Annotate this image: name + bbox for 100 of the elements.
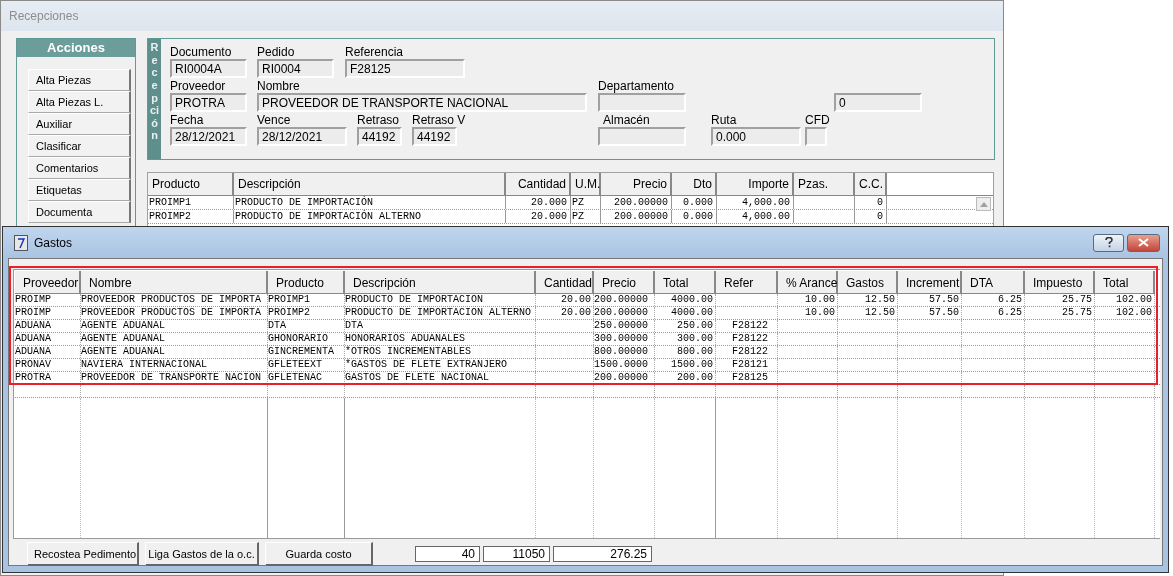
table-cell: ADUANA [15, 346, 81, 358]
input-field[interactable]: 44192 [412, 127, 457, 146]
input-field[interactable]: PROTRA [170, 93, 247, 112]
table-cell: AGENTE ADUANAL [81, 320, 268, 332]
column-header[interactable]: Impuesto [1025, 271, 1095, 294]
table-cell: 4,000.00 [717, 210, 794, 223]
table-cell: 250.00000 [594, 320, 655, 332]
table-cell: F28122 [716, 346, 778, 358]
field-label: CFD [805, 113, 827, 127]
action-button[interactable]: Alta Piezas L. [28, 91, 131, 113]
table-cell: HONORARIOS ADUANALES [345, 333, 536, 345]
field-label: Ruta [711, 113, 738, 127]
input-field[interactable] [805, 127, 827, 146]
table-cell: 12.50 [838, 307, 898, 319]
table-cell: 6.25 [962, 294, 1025, 306]
table-cell: 200.00000 [601, 210, 672, 223]
column-header[interactable]: DTA [962, 271, 1025, 294]
table-cell: PRODUCTO DE IMPORTACIÓN ALTERNO [345, 307, 536, 319]
table-cell: PROIMP [15, 307, 81, 319]
table-cell: 12.50 [838, 294, 898, 306]
column-header[interactable]: Precio [601, 173, 672, 195]
column-header[interactable]: Gastos [838, 271, 898, 294]
table-cell: 4,000.00 [717, 196, 794, 209]
column-header[interactable]: Proveedor [15, 271, 81, 294]
field-label: Departamento [598, 79, 676, 93]
column-header[interactable]: Pzas. [794, 173, 855, 195]
table-cell: AGENTE ADUANAL [81, 333, 268, 345]
column-header[interactable]: Descripción [234, 173, 506, 195]
action-button[interactable]: Liga Gastos de la o.c. [145, 542, 259, 566]
input-field[interactable]: 28/12/2021 [170, 127, 247, 146]
column-header[interactable]: Descripción [345, 271, 536, 294]
input-field[interactable] [598, 127, 686, 146]
column-header[interactable]: Total [655, 271, 716, 294]
action-button[interactable]: Recostea Pedimento [27, 542, 139, 566]
column-header[interactable]: Producto [268, 271, 345, 294]
table-cell: 10.00 [778, 294, 838, 306]
column-header[interactable]: Increment [898, 271, 962, 294]
action-button[interactable]: Guarda costo [265, 542, 373, 566]
table-cell: PRONAV [15, 359, 81, 371]
field-label: Retraso V [412, 113, 467, 127]
action-button[interactable]: Alta Piezas [28, 69, 131, 91]
column-header[interactable]: Precio [594, 271, 655, 294]
input-field[interactable]: F28125 [345, 59, 465, 78]
table-cell: 1500.0000 [594, 359, 655, 371]
table-cell: PROIMP2 [268, 307, 345, 319]
column-header[interactable]: Dto [672, 173, 717, 195]
table-cell: 800.00000 [594, 346, 655, 358]
app-icon [14, 234, 28, 251]
table-cell: PRODUCTO DE IMPORTACIÓN ALTERNO [234, 210, 506, 223]
action-button[interactable]: Comentarios [28, 157, 131, 179]
column-header[interactable]: % Arance [778, 271, 838, 294]
table-cell: 1500.00 [655, 359, 716, 371]
input-field[interactable]: PROVEEDOR DE TRANSPORTE NACIONAL [257, 93, 587, 112]
total-field: 276.25 [553, 546, 652, 562]
scroll-up-icon[interactable] [976, 197, 991, 211]
column-header[interactable]: C.C. [855, 173, 887, 195]
table-cell: ADUANA [15, 320, 81, 332]
table-cell: 20.000 [506, 210, 571, 223]
table-cell: 300.00000 [594, 333, 655, 345]
column-header[interactable]: Cantidad [506, 173, 571, 195]
field-label: Fecha [170, 113, 205, 127]
input-field[interactable]: RI0004 [257, 59, 334, 78]
column-header[interactable]: Nombre [81, 271, 268, 294]
table-cell: 20.00 [536, 294, 594, 306]
column-header[interactable]: Producto [148, 173, 234, 195]
input-field[interactable] [598, 93, 686, 112]
action-button[interactable]: Etiquetas [28, 179, 131, 201]
close-icon [1138, 238, 1149, 247]
column-header[interactable]: U.M. [571, 173, 601, 195]
input-field[interactable]: 0 [834, 93, 922, 112]
input-field[interactable]: 0.000 [711, 127, 801, 146]
table-cell: 20.00 [536, 307, 594, 319]
table-cell: 102.00 [1095, 294, 1155, 306]
table-cell: PROIMP [15, 294, 81, 306]
input-field[interactable]: RI0004A [170, 59, 247, 78]
dialog-title: Gastos [34, 235, 72, 250]
column-header[interactable]: Refer [716, 271, 778, 294]
field-label: Proveedor [170, 79, 227, 93]
total-field: 40 [415, 546, 480, 562]
input-field[interactable]: 28/12/2021 [257, 127, 347, 146]
table-cell: NAVIERA INTERNACIONAL [81, 359, 268, 371]
input-field[interactable]: 44192 [357, 127, 402, 146]
field-label: Referencia [345, 45, 405, 59]
close-button[interactable] [1127, 233, 1160, 252]
table-cell: PZ [571, 196, 601, 209]
action-button[interactable]: Documenta [28, 201, 131, 223]
table-cell: F28121 [716, 359, 778, 371]
help-button[interactable] [1093, 233, 1124, 252]
table-cell: DTA [345, 320, 536, 332]
table-cell: 200.00000 [601, 196, 672, 209]
action-button[interactable]: Auxiliar [28, 113, 131, 135]
column-header[interactable]: Total [1095, 271, 1155, 294]
column-header[interactable]: Cantidad [536, 271, 594, 294]
table-cell: 25.75 [1025, 294, 1095, 306]
column-header[interactable]: Importe [717, 173, 794, 195]
table-cell: PROVEEDOR PRODUCTOS DE IMPORTA [81, 294, 268, 306]
table-cell: PROIMP1 [268, 294, 345, 306]
table-cell: PRODUCTO DE IMPORTACIÓN [234, 196, 506, 209]
table-cell: PZ [571, 210, 601, 223]
action-button[interactable]: Clasificar [28, 135, 131, 157]
